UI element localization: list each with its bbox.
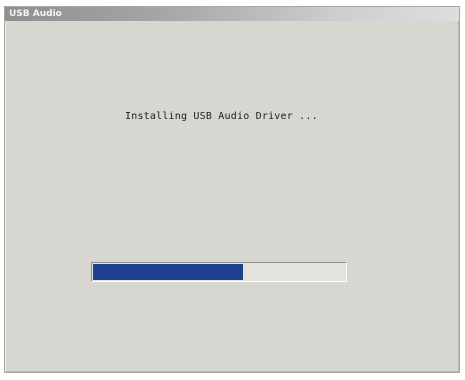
install-status-text: Installing USB Audio Driver ... (125, 111, 318, 122)
install-progress-bar (91, 262, 347, 282)
installer-dialog: USB Audio Installing USB Audio Driver ..… (4, 6, 460, 373)
progress-bar-fill (93, 264, 244, 280)
title-bar[interactable]: USB Audio (5, 7, 459, 21)
window-title: USB Audio (9, 9, 62, 19)
